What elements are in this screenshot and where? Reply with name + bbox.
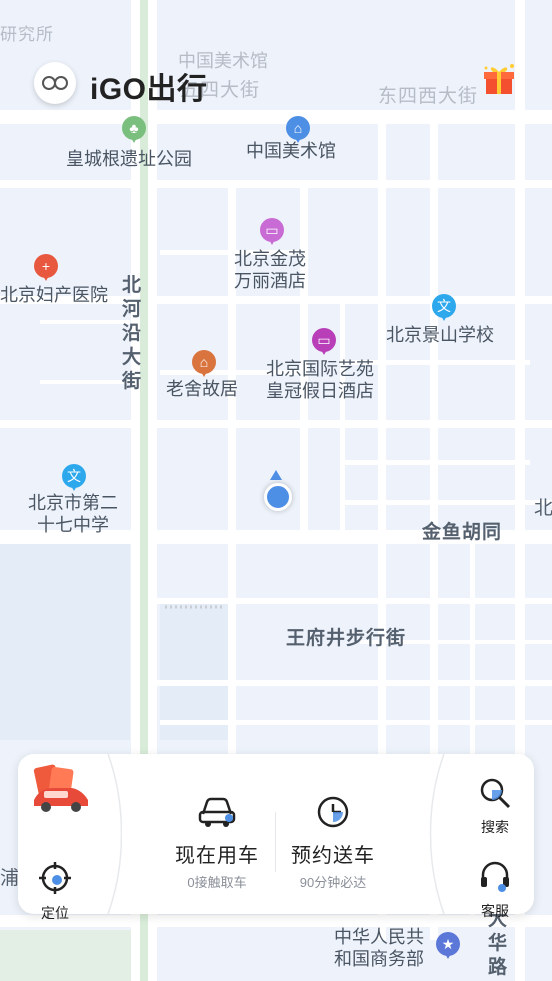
heading-arrow-icon (270, 470, 282, 480)
street-dongsixi: 东四西大街 (378, 86, 479, 107)
poi-ministry-of-commerce[interactable]: 中华人民共 和国商务部 (334, 926, 424, 970)
street-label-top: 研究所 (0, 25, 54, 44)
park-icon: ♣ (122, 116, 146, 143)
hospital-icon: + (34, 254, 58, 281)
ride-now-button[interactable]: 现在用车 0接触取车 (170, 794, 264, 891)
search-button[interactable]: 搜索 (465, 776, 525, 837)
red-car-envelope-icon[interactable] (30, 764, 92, 814)
museum-icon: ⌂ (286, 116, 310, 143)
search-icon (480, 778, 511, 809)
poi-jinmao-hotel[interactable]: 北京金茂 万丽酒店 (234, 248, 306, 292)
poi-27th-middle-school[interactable]: 北京市第二 十七中学 (28, 492, 118, 536)
poi-crowne-plaza[interactable]: 北京国际艺苑 皇冠假日酒店 (266, 358, 374, 402)
app-title: iGO出行 (90, 73, 208, 106)
poi-china-art-museum[interactable]: 中国美术馆 (246, 140, 336, 162)
schedule-title: 预约送车 (291, 845, 375, 867)
landmark-icon: ⌂ (192, 350, 216, 377)
customer-service-label: 客服 (481, 903, 509, 919)
school-icon: 文 (62, 464, 86, 491)
headset-icon (481, 861, 509, 892)
street-partial-right: 北 (534, 498, 552, 519)
crosshair-icon (39, 862, 71, 894)
logo-icon (42, 76, 68, 90)
panel-divider (275, 812, 276, 872)
ride-now-title: 现在用车 (175, 845, 259, 867)
poi-huangchenggen-park[interactable]: 皇城根遗址公园 (66, 148, 192, 170)
poi-laoshe-residence[interactable]: 老舍故居 (166, 378, 238, 400)
app-logo-button[interactable] (34, 62, 76, 104)
government-icon: ★ (436, 932, 460, 959)
street-beiheyan: 北河沿大街 (121, 275, 142, 392)
locate-button[interactable]: 定位 (25, 860, 85, 923)
gift-icon[interactable] (482, 62, 516, 96)
car-icon (198, 797, 236, 827)
customer-service-button[interactable]: 客服 (465, 860, 525, 921)
hotel-icon: ▭ (312, 328, 336, 355)
current-location-marker (264, 483, 292, 511)
school-icon: 文 (432, 294, 456, 321)
poi-jingshan-school[interactable]: 北京景山学校 (386, 324, 494, 346)
street-wangfujing: 王府井步行街 (286, 628, 407, 649)
street-jinyu-hutong: 金鱼胡同 (422, 522, 503, 543)
ride-now-subtitle: 0接触取车 (187, 875, 247, 890)
search-label: 搜索 (481, 819, 509, 835)
hotel-icon: ▭ (260, 218, 284, 245)
locate-label: 定位 (41, 905, 69, 921)
schedule-subtitle: 90分钟必达 (299, 875, 367, 890)
street-partial-left: 浦 (0, 868, 21, 889)
schedule-delivery-button[interactable]: 预约送车 90分钟必达 (286, 794, 380, 891)
clock-icon (317, 796, 349, 828)
poi-maternity-hospital[interactable]: 北京妇产医院 (0, 284, 108, 306)
